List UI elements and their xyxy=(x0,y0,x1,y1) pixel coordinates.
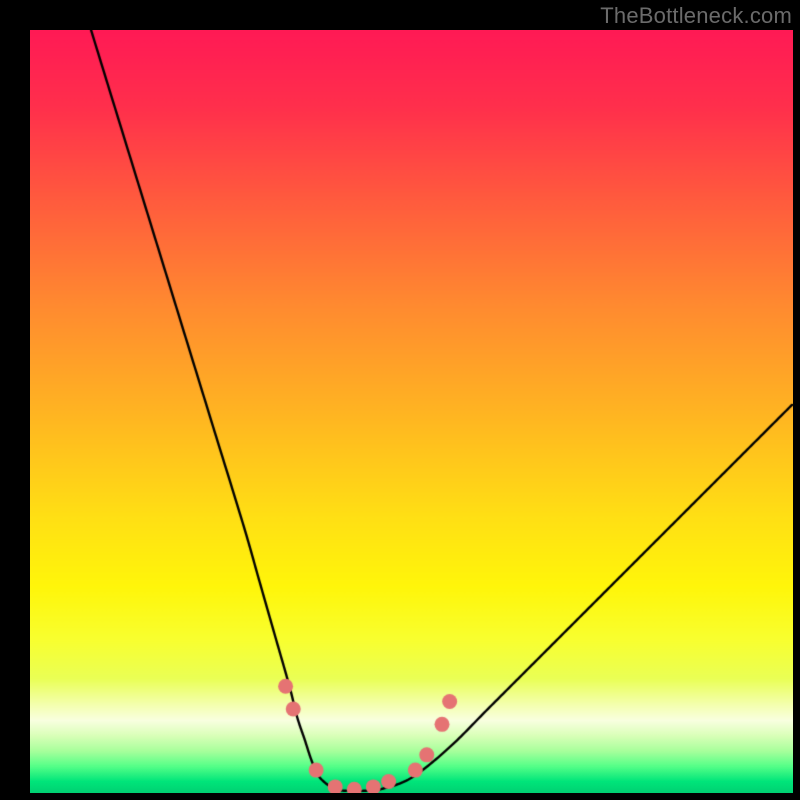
curve-layer xyxy=(30,30,793,793)
plot-area xyxy=(30,30,793,793)
watermark-text: TheBottleneck.com xyxy=(600,3,792,29)
chart-frame: TheBottleneck.com xyxy=(0,0,800,800)
